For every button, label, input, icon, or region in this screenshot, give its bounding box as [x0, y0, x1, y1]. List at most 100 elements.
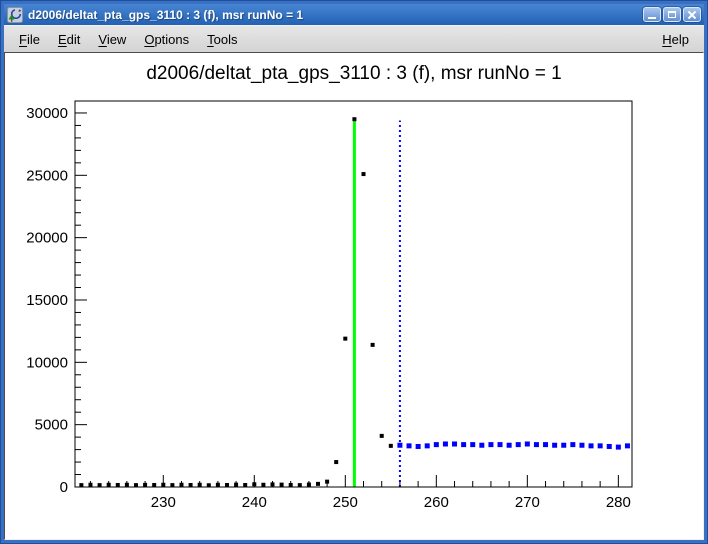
menu-item-help[interactable]: Help	[653, 29, 698, 50]
axes: 2302402502602702800500010000150002000025…	[26, 101, 632, 511]
background-region-data-point	[479, 443, 484, 448]
window-inner: d2006/deltat_pta_gps_3110 : 3 (f), msr r…	[1, 1, 707, 543]
background-region-data-point	[570, 442, 575, 447]
background-region-data-point	[461, 442, 466, 447]
x-tick-label: 230	[151, 494, 176, 511]
histogram-data-point	[270, 482, 274, 486]
x-tick-label: 250	[333, 494, 358, 511]
y-tick-label: 15000	[26, 292, 68, 309]
histogram-data-point	[234, 483, 238, 487]
histogram-data-point	[143, 483, 147, 487]
reference-lines	[354, 119, 400, 487]
background-region-data-point	[407, 443, 412, 448]
x-tick-label: 240	[242, 494, 267, 511]
histogram-data-point	[216, 483, 220, 487]
background-region-data-point	[425, 443, 430, 448]
menu-item-options[interactable]: Options	[135, 29, 198, 50]
histogram-data-point	[352, 117, 356, 121]
background-region-data-point	[470, 442, 475, 447]
histogram-plot[interactable]: 2302402502602702800500010000150002000025…	[5, 53, 703, 540]
histogram-data-point	[98, 483, 102, 487]
close-button[interactable]	[683, 7, 701, 22]
x-axis: 230 240 250 260 270 280	[90, 475, 630, 511]
histogram-data-point	[307, 483, 311, 487]
background-region-data-point	[507, 443, 512, 448]
histogram-data-point	[334, 460, 338, 464]
minimize-button[interactable]	[643, 7, 661, 22]
histogram-data	[79, 117, 392, 487]
menu-item-edit[interactable]: Edit	[49, 29, 89, 50]
window-controls	[643, 7, 701, 22]
background-region-data	[397, 441, 630, 449]
histogram-data-point	[152, 483, 156, 487]
background-region-data-point	[488, 442, 493, 447]
histogram-data-point	[79, 483, 83, 487]
menu-item-file[interactable]: File	[10, 29, 49, 50]
histogram-data-point	[170, 483, 174, 487]
menubar: FileEditViewOptionsTools Help	[4, 25, 704, 52]
background-region-data-point	[452, 441, 457, 446]
menu-right-group: Help	[653, 29, 698, 50]
menu-left-group: FileEditViewOptionsTools	[10, 29, 247, 50]
background-region-data-point	[625, 443, 630, 448]
histogram-data-point	[316, 482, 320, 486]
histogram-data-point	[198, 483, 202, 487]
background-region-data-point	[525, 441, 530, 446]
background-region-data-point	[616, 445, 621, 450]
maximize-button[interactable]	[663, 7, 681, 22]
background-region-data-point	[534, 442, 539, 447]
background-region-data-point	[397, 443, 402, 448]
histogram-data-point	[179, 483, 183, 487]
histogram-data-point	[225, 483, 229, 487]
y-tick-label: 0	[60, 479, 68, 496]
y-tick-label: 25000	[26, 167, 68, 184]
minimize-icon	[648, 17, 656, 19]
x-tick-label: 260	[424, 494, 449, 511]
histogram-data-point	[252, 482, 256, 486]
histogram-data-point	[380, 434, 384, 438]
histogram-data-point	[289, 483, 293, 487]
histogram-data-point	[325, 480, 329, 484]
y-tick-label: 10000	[26, 354, 68, 371]
x-tick-label: 270	[515, 494, 540, 511]
histogram-data-point	[207, 483, 211, 487]
background-region-data-point	[579, 443, 584, 448]
y-tick-label: 20000	[26, 230, 68, 247]
histogram-data-point	[88, 483, 92, 487]
root-canvas-window: d2006/deltat_pta_gps_3110 : 3 (f), msr r…	[0, 0, 708, 544]
window-title: d2006/deltat_pta_gps_3110 : 3 (f), msr r…	[28, 8, 643, 22]
background-region-data-point	[516, 442, 521, 447]
histogram-data-point	[134, 483, 138, 487]
y-tick-label: 30000	[26, 105, 68, 122]
root-logo-icon[interactable]	[7, 7, 23, 23]
histogram-data-point	[189, 483, 193, 487]
plot-canvas[interactable]: d2006/deltat_pta_gps_3110 : 3 (f), msr r…	[4, 52, 704, 540]
background-region-data-point	[598, 443, 603, 448]
histogram-data-point	[243, 483, 247, 487]
background-region-data-point	[543, 442, 548, 447]
y-axis: 050001000015000200002500030000	[26, 105, 87, 496]
background-region-data-point	[607, 444, 612, 449]
background-region-data-point	[561, 443, 566, 448]
histogram-data-point	[116, 483, 120, 487]
background-region-data-point	[589, 443, 594, 448]
background-region-data-point	[416, 444, 421, 449]
histogram-data-point	[371, 343, 375, 347]
x-tick-label: 280	[606, 494, 631, 511]
background-region-data-point	[498, 442, 503, 447]
background-region-data-point	[552, 443, 557, 448]
titlebar[interactable]: d2006/deltat_pta_gps_3110 : 3 (f), msr r…	[4, 4, 704, 25]
menu-item-view[interactable]: View	[89, 29, 135, 50]
histogram-data-point	[125, 483, 129, 487]
histogram-data-point	[362, 172, 366, 176]
histogram-data-point	[261, 483, 265, 487]
histogram-data-point	[161, 483, 165, 487]
histogram-data-point	[343, 337, 347, 341]
close-icon	[687, 10, 697, 20]
maximize-icon	[668, 11, 676, 18]
menu-item-tools[interactable]: Tools	[198, 29, 246, 50]
histogram-data-point	[389, 444, 393, 448]
histogram-data-point	[298, 483, 302, 487]
histogram-data-point	[107, 483, 111, 487]
background-region-data-point	[434, 442, 439, 447]
